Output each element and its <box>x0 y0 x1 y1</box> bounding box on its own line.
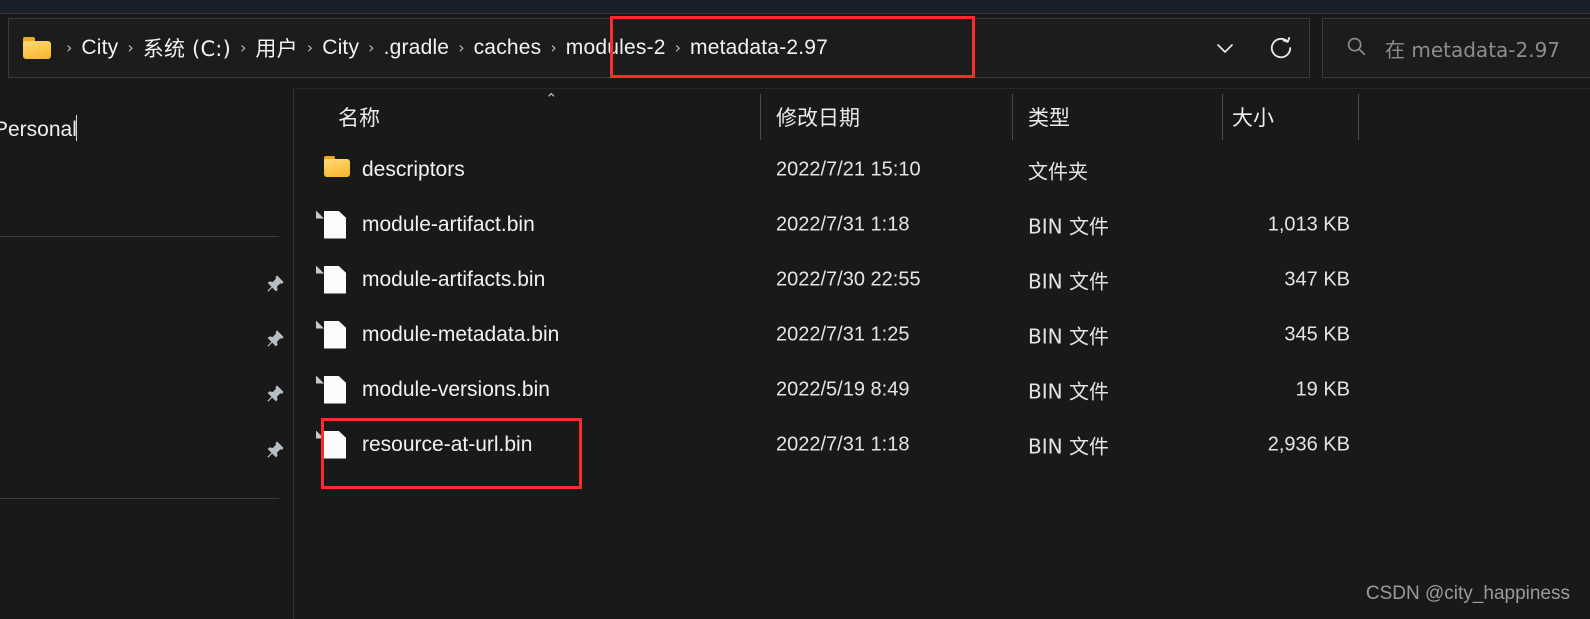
pin-icon[interactable] <box>264 383 286 405</box>
title-bar-divider <box>0 13 1590 14</box>
column-header-size[interactable]: 大小 <box>1232 102 1274 132</box>
file-type: BIN 文件 <box>1028 379 1109 403</box>
chevron-down-icon[interactable] <box>1197 19 1253 77</box>
file-explorer-window: › City › 系统 (C:) › 用户 › City › .gradle ›… <box>0 0 1590 619</box>
file-date-modified: 2022/7/30 22:55 <box>776 268 921 290</box>
file-size: 345 KB <box>1284 323 1350 345</box>
file-type: BIN 文件 <box>1028 214 1109 238</box>
sidebar: Personal <box>0 88 293 619</box>
breadcrumb-separator: › <box>550 38 557 57</box>
breadcrumb-item-system-c[interactable]: 系统 (C:) <box>143 33 231 63</box>
file-date-modified: 2022/5/19 8:49 <box>776 378 910 400</box>
breadcrumb-item-caches[interactable]: caches <box>474 36 542 60</box>
folder-icon <box>324 155 350 184</box>
file-icon <box>316 430 350 459</box>
refresh-icon[interactable] <box>1253 19 1309 77</box>
file-list: descriptors 2022/7/21 15:10 文件夹 module-a… <box>294 142 1590 472</box>
address-bar-actions <box>1197 19 1309 77</box>
table-row[interactable]: module-artifact.bin 2022/7/31 1:18 BIN 文… <box>294 197 1590 252</box>
file-name[interactable]: module-versions.bin <box>362 378 550 402</box>
breadcrumb-item-city-user[interactable]: City <box>322 36 359 60</box>
search-input[interactable]: 在 metadata-2.97 <box>1322 18 1590 78</box>
table-row[interactable]: module-metadata.bin 2022/7/31 1:25 BIN 文… <box>294 307 1590 362</box>
table-row[interactable]: resource-at-url.bin 2022/7/31 1:18 BIN 文… <box>294 417 1590 472</box>
text-cursor <box>76 115 77 141</box>
breadcrumb-item-gradle[interactable]: .gradle <box>384 36 450 60</box>
column-header-top-border <box>294 88 1590 89</box>
pin-icon[interactable] <box>264 273 286 295</box>
sidebar-item-personal[interactable]: Personal <box>0 118 77 142</box>
file-icon <box>316 320 350 349</box>
breadcrumb-item-city[interactable]: City <box>81 36 118 60</box>
address-bar[interactable]: › City › 系统 (C:) › 用户 › City › .gradle ›… <box>8 18 1310 78</box>
search-placeholder: 在 metadata-2.97 <box>1385 37 1561 62</box>
breadcrumb-separator: › <box>458 38 465 57</box>
file-type: 文件夹 <box>1028 159 1088 183</box>
file-icon <box>316 375 350 404</box>
file-date-modified: 2022/7/21 15:10 <box>776 158 921 180</box>
file-name[interactable]: module-artifacts.bin <box>362 268 545 292</box>
table-row[interactable]: module-artifacts.bin 2022/7/30 22:55 BIN… <box>294 252 1590 307</box>
file-name[interactable]: module-artifact.bin <box>362 213 535 237</box>
pin-icon[interactable] <box>264 439 286 461</box>
breadcrumb-separator: › <box>239 38 247 57</box>
column-header-row: ⌃ 名称 修改日期 类型 大小 <box>294 88 1590 140</box>
table-row[interactable]: module-versions.bin 2022/5/19 8:49 BIN 文… <box>294 362 1590 417</box>
sidebar-divider <box>0 236 279 237</box>
file-date-modified: 2022/7/31 1:18 <box>776 433 910 455</box>
file-type: BIN 文件 <box>1028 324 1109 348</box>
breadcrumb-item-users[interactable]: 用户 <box>255 33 297 63</box>
file-name[interactable]: descriptors <box>362 158 465 182</box>
watermark: CSDN @city_happiness <box>1365 583 1570 604</box>
column-header-type[interactable]: 类型 <box>1028 102 1070 132</box>
breadcrumb-separator: › <box>368 38 375 57</box>
title-bar-strip <box>0 0 1590 14</box>
breadcrumb: › City › 系统 (C:) › 用户 › City › .gradle ›… <box>9 19 828 77</box>
file-date-modified: 2022/7/31 1:18 <box>776 213 910 235</box>
table-row[interactable]: descriptors 2022/7/21 15:10 文件夹 <box>294 142 1590 197</box>
file-type: BIN 文件 <box>1028 269 1109 293</box>
sidebar-divider <box>0 498 279 499</box>
breadcrumb-item-metadata-2-97[interactable]: metadata-2.97 <box>690 36 828 60</box>
file-name[interactable]: module-metadata.bin <box>362 323 559 347</box>
column-divider[interactable] <box>1012 94 1013 140</box>
file-icon <box>316 210 350 239</box>
file-size: 2,936 KB <box>1267 433 1350 455</box>
file-size: 19 KB <box>1295 378 1350 400</box>
file-icon <box>316 265 350 294</box>
column-divider[interactable] <box>1222 94 1223 140</box>
file-size: 347 KB <box>1284 268 1350 290</box>
file-date-modified: 2022/7/31 1:25 <box>776 323 910 345</box>
file-name[interactable]: resource-at-url.bin <box>362 433 532 457</box>
breadcrumb-separator: › <box>306 38 314 57</box>
column-header-date-modified[interactable]: 修改日期 <box>776 102 860 132</box>
file-type: BIN 文件 <box>1028 434 1109 458</box>
breadcrumb-item-modules-2[interactable]: modules-2 <box>566 36 666 60</box>
file-size: 1,013 KB <box>1267 213 1350 235</box>
breadcrumb-separator: › <box>674 38 682 57</box>
folder-icon[interactable] <box>23 37 51 59</box>
sort-ascending-icon[interactable]: ⌃ <box>545 92 558 107</box>
search-icon <box>1345 35 1367 62</box>
breadcrumb-separator: › <box>127 38 134 57</box>
breadcrumb-separator: › <box>66 38 73 57</box>
column-divider[interactable] <box>760 94 761 140</box>
pin-icon[interactable] <box>264 328 286 350</box>
column-divider[interactable] <box>1358 94 1359 140</box>
column-header-name[interactable]: 名称 <box>338 102 380 132</box>
